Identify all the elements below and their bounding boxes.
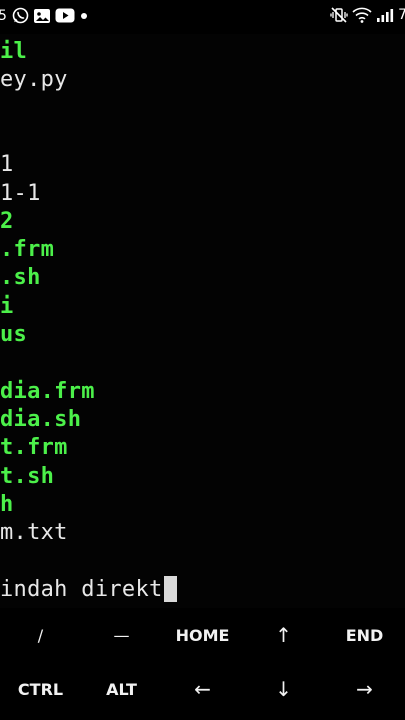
terminal-line: 1 bbox=[0, 151, 14, 179]
key-ctrl[interactable]: CTRL bbox=[0, 662, 81, 716]
clock-fragment: 5 bbox=[0, 7, 7, 24]
terminal-line-text: h bbox=[0, 491, 14, 517]
key-dash[interactable]: — bbox=[81, 608, 162, 662]
terminal-line-text: dia.frm bbox=[0, 378, 95, 404]
terminal-line-text: .frm bbox=[0, 237, 55, 263]
terminal-line: 2 bbox=[0, 208, 14, 236]
clock-fragment-right: 7 bbox=[398, 7, 405, 23]
key-alt[interactable]: ALT bbox=[81, 662, 162, 716]
terminal-prompt-line: indah direkt bbox=[0, 575, 177, 604]
terminal-line-text: us bbox=[0, 322, 28, 347]
terminal-line: us bbox=[0, 321, 27, 349]
extra-keys-bar: / — HOME ↑ END CTRL ALT ← ↓ → bbox=[0, 608, 405, 720]
key-down-arrow[interactable]: ↓ bbox=[243, 662, 324, 716]
terminal-line-text: i bbox=[0, 293, 14, 319]
terminal-line-text: t.frm bbox=[0, 435, 68, 461]
status-bar: 5 7 bbox=[0, 0, 405, 34]
terminal-output[interactable]: il ey.py 1 1-1 2 .frm .sh i us dia.frm dia.sh t.frm… bbox=[0, 38, 405, 616]
terminal-line-text: 2 bbox=[0, 208, 14, 234]
terminal-line: 1-1 bbox=[0, 180, 41, 208]
mute-vibrate-icon bbox=[330, 7, 348, 23]
terminal-line-text: dia.sh bbox=[0, 406, 82, 432]
termux-screen: 5 7 il ey.py 1 1-1 2 .frm .sh i us dia.f… bbox=[0, 0, 405, 720]
terminal-line: t.frm bbox=[0, 434, 68, 462]
whatsapp-icon bbox=[12, 7, 29, 24]
key-right-arrow[interactable]: → bbox=[324, 662, 405, 716]
signal-icon bbox=[376, 7, 394, 23]
terminal-line-text: il bbox=[0, 39, 28, 64]
terminal-line-text: m.txt bbox=[0, 520, 68, 546]
terminal-line-text: indah direkt bbox=[0, 576, 163, 602]
terminal-line: .frm bbox=[0, 236, 54, 264]
terminal-cursor bbox=[163, 575, 177, 602]
terminal-line: t.sh bbox=[0, 463, 54, 491]
terminal-line: m.txt bbox=[0, 519, 68, 547]
youtube-icon bbox=[55, 8, 75, 23]
notification-dot-icon bbox=[79, 11, 89, 21]
key-up-arrow[interactable]: ↑ bbox=[243, 608, 324, 662]
status-bar-right: 7 bbox=[330, 7, 405, 23]
terminal-line-text: ey.py bbox=[0, 67, 68, 93]
terminal-line: il bbox=[0, 38, 27, 66]
terminal-line-text: .sh bbox=[0, 265, 41, 291]
status-bar-left: 5 bbox=[0, 7, 89, 24]
terminal-line: i bbox=[0, 293, 14, 321]
terminal-line: ey.py bbox=[0, 66, 68, 94]
wifi-icon bbox=[352, 7, 372, 23]
key-end[interactable]: END bbox=[324, 608, 405, 662]
terminal-line: dia.sh bbox=[0, 406, 81, 434]
terminal-line: h bbox=[0, 491, 14, 519]
terminal-line-text: 1-1 bbox=[0, 180, 41, 206]
terminal-line-text: t.sh bbox=[0, 463, 55, 489]
gallery-icon bbox=[33, 8, 51, 24]
key-home[interactable]: HOME bbox=[162, 608, 243, 662]
key-slash[interactable]: / bbox=[0, 608, 81, 662]
terminal-line: .sh bbox=[0, 264, 41, 292]
terminal-line-text: 1 bbox=[0, 152, 14, 178]
key-left-arrow[interactable]: ← bbox=[162, 662, 243, 716]
terminal-line: dia.frm bbox=[0, 378, 95, 406]
